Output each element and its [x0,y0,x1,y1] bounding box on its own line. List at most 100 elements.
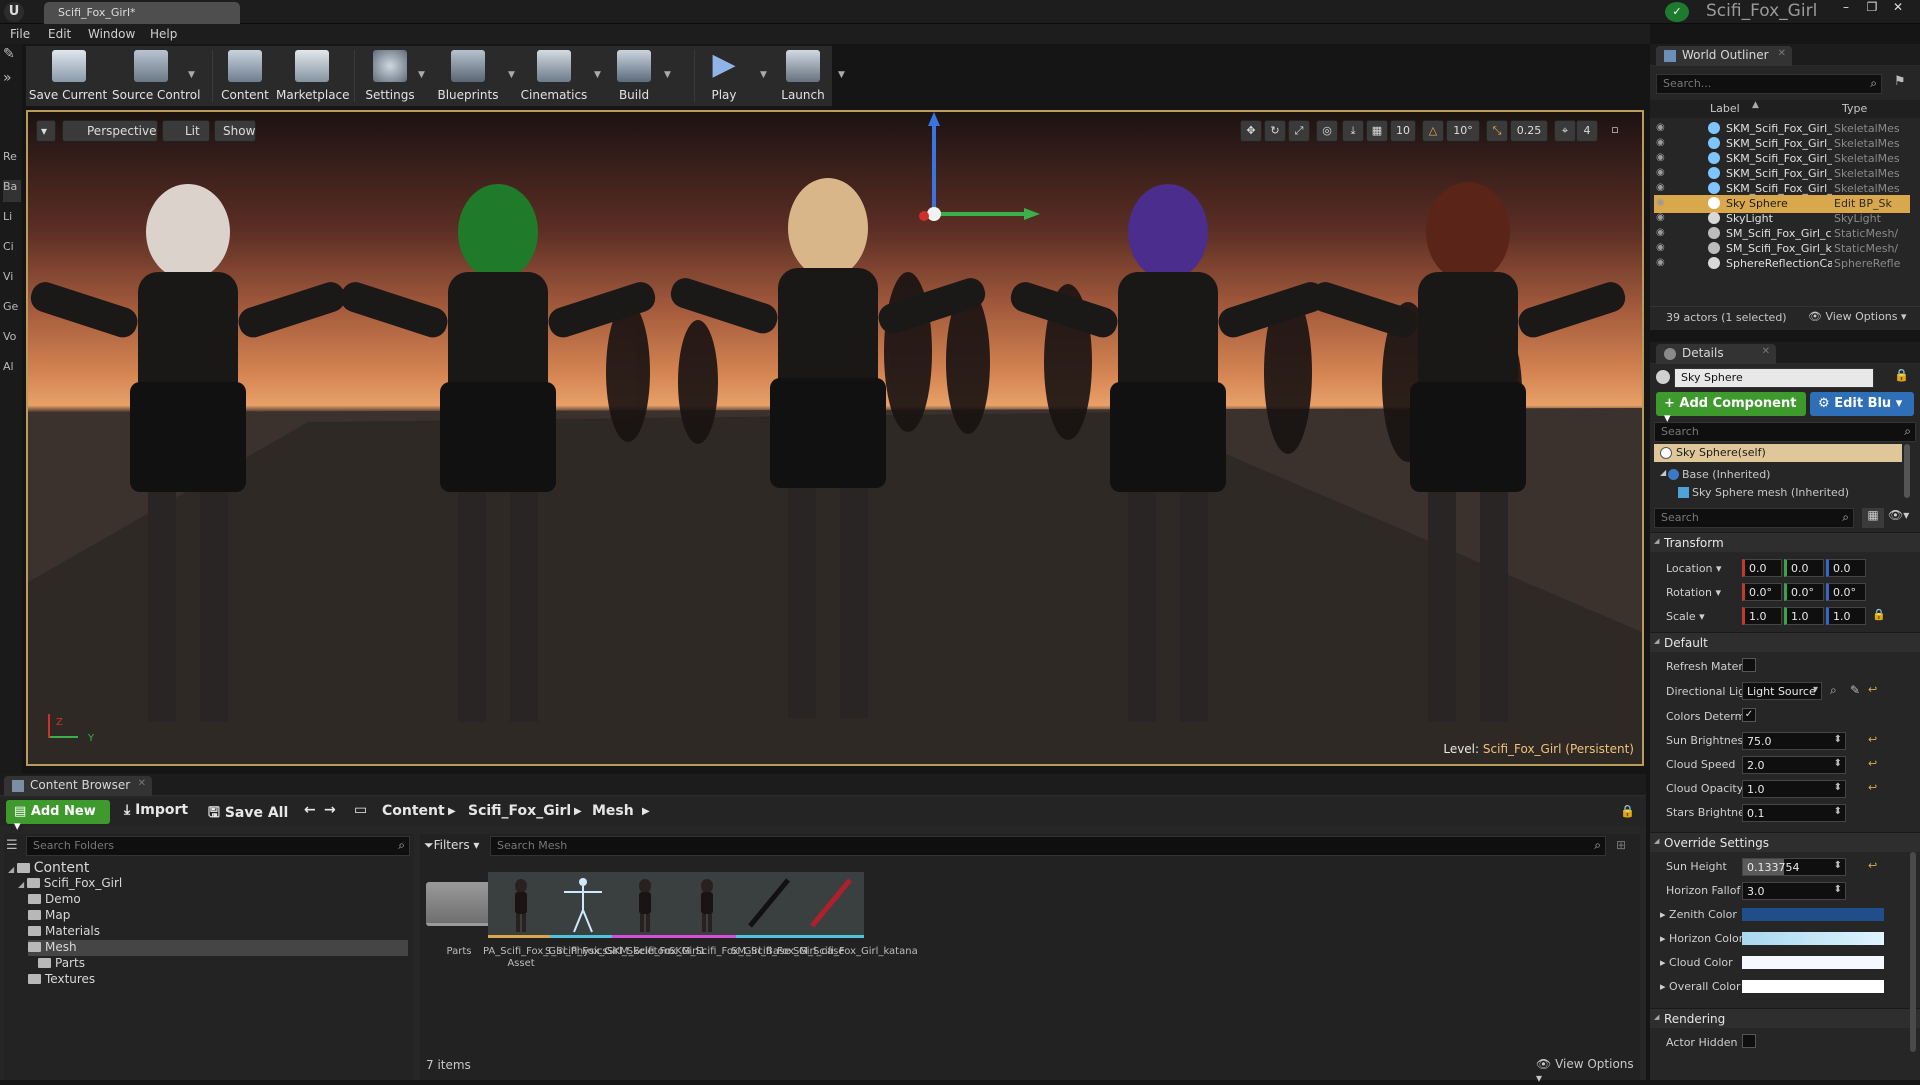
rotation-z-input[interactable]: 0.0° [1826,583,1866,601]
maximize-viewport-icon[interactable]: ▫ [1604,120,1626,142]
modes-icon[interactable]: ✎ [3,46,21,68]
override-section-header[interactable]: Override Settings [1650,832,1920,852]
rotation-y-input[interactable]: 0.0° [1784,583,1824,601]
breadcrumb-separator-icon[interactable]: ▶ [574,806,582,817]
document-tab[interactable]: Scifi_Fox_Girl* [44,2,240,24]
scale-z-input[interactable]: 1.0 [1826,607,1866,625]
sources-toggle-icon[interactable]: ☰ [6,838,18,853]
close-icon[interactable]: ✕ [1778,48,1786,59]
forward-button[interactable]: → [324,802,336,824]
scale-label[interactable]: Scale ▾ [1666,610,1754,623]
property-matrix-icon[interactable]: ▦ [1862,508,1884,528]
light-source-dropdown[interactable]: Light Source ▾ [1742,682,1822,700]
tab-all-classes[interactable]: Al [3,360,21,382]
marketplace-button[interactable]: Marketplace [276,46,350,106]
close-icon[interactable]: ✕ [138,778,146,789]
reset-icon[interactable]: ↩ [1868,757,1877,770]
actor-hidden-checkbox[interactable] [1742,1034,1756,1048]
lit-button[interactable]: Lit [162,120,210,142]
visibility-eye-icon[interactable]: ◉ [1656,152,1670,163]
visibility-eye-icon[interactable]: ◉ [1656,122,1670,133]
asset-thumbnail[interactable] [736,872,802,938]
save-current-button[interactable]: Save Current [26,46,110,106]
grid-snap-value[interactable]: 10 [1390,120,1416,142]
column-type[interactable]: Type [1842,102,1867,115]
sun-brightness-input[interactable]: 75.0 ⬍ [1742,732,1846,750]
overall-color-label[interactable]: ▸ Overall Color [1660,980,1748,993]
folder-thumbnail[interactable] [426,882,492,926]
column-label[interactable]: Label [1710,102,1740,115]
chevron-down-icon[interactable]: ▼ [418,70,425,80]
outliner-view-options-button[interactable]: 👁 View Options ▾ [1808,310,1907,323]
search-mesh-input[interactable]: Search Mesh ⌕ [490,836,1606,856]
menu-help[interactable]: Help [150,27,177,41]
expand-icon[interactable]: » [3,70,21,92]
visibility-eye-icon[interactable]: ◉ [1656,212,1670,223]
camera-speed-value[interactable]: 4 [1576,120,1598,142]
reset-icon[interactable]: ↩ [1868,683,1877,696]
rotate-tool-icon[interactable]: ↻ [1264,120,1286,142]
folder-tree-item[interactable]: ◢ Scifi_Fox_Girl [18,876,122,892]
camera-speed-icon[interactable]: ⌖ [1554,120,1576,142]
launch-button[interactable]: Launch ▼ [772,46,845,106]
tab-volumes[interactable]: Vo [3,330,21,352]
tab-geometry[interactable]: Ge [3,300,21,322]
browse-icon[interactable]: ⌕ [1830,683,1837,698]
location-y-input[interactable]: 0.0 [1784,559,1824,577]
folder-tree-item[interactable]: Demo [28,892,81,908]
translate-tool-icon[interactable]: ✥ [1240,120,1262,142]
asset-thumbnail[interactable] [612,872,678,938]
visibility-eye-icon[interactable]: ◉ [1656,242,1670,253]
cloud-speed-input[interactable]: 2.0 ⬍ [1742,756,1846,774]
visibility-eye-icon[interactable]: ◉ [1656,257,1670,268]
colors-determined-checkbox[interactable]: ✓ [1742,708,1756,722]
zenith-color-swatch[interactable] [1742,908,1884,921]
blueprints-button[interactable]: Blueprints ▼ [430,46,515,106]
horizon-color-swatch[interactable] [1742,932,1884,945]
asset-thumbnail[interactable] [488,872,554,938]
tab-content-browser[interactable]: Content Browser ✕ [4,776,152,796]
menu-file[interactable]: File [10,27,30,41]
breadcrumb-scifi-fox-girl[interactable]: Scifi_Fox_Girl [468,803,571,819]
asset-thumbnail[interactable] [674,872,740,938]
component-mesh-row[interactable]: Sky Sphere mesh (Inherited) [1654,484,1902,502]
close-window-button[interactable]: ✕ [1886,0,1910,16]
play-button[interactable]: ▶ Play ▼ [694,46,766,106]
cloud-color-swatch[interactable] [1742,956,1884,969]
edit-blueprint-button[interactable]: ⚙ Edit Blu ▾ [1810,392,1914,416]
tab-visual-effects[interactable]: Vi [3,270,21,292]
tab-world-outliner[interactable]: World Outliner ✕ [1656,46,1792,66]
overall-color-swatch[interactable] [1742,980,1884,993]
add-new-button[interactable]: ▤ Add New ▾ [6,800,110,834]
perspective-button[interactable]: Perspective [62,120,158,142]
components-scrollbar[interactable] [1904,444,1910,498]
component-self-row[interactable]: Sky Sphere(self) [1654,444,1902,462]
chevron-down-icon[interactable]: ▼ [594,70,601,80]
build-button[interactable]: Build ▼ [606,46,671,106]
folder-tree-item[interactable]: Parts [38,956,85,972]
chevron-down-icon[interactable]: ▼ [838,70,845,80]
scale-snap-icon[interactable]: ⤡ [1486,120,1508,142]
viewport-options-button[interactable]: ▾ [36,120,56,142]
import-button[interactable]: ⤓ Import [124,802,188,824]
level-viewport[interactable]: ▾ Perspective Lit Show ✥ ↻ ⤢ ◎ ⤓ ▦ 10 △ … [26,110,1644,766]
tab-basic[interactable]: Ba [3,180,21,202]
sun-height-input[interactable]: 0.133754 ⬍ [1742,858,1846,876]
save-search-icon[interactable]: ⊞ [1616,838,1626,852]
content-button[interactable]: Content [216,46,274,106]
visibility-eye-icon[interactable]: ◉ [1656,137,1670,148]
settings-button[interactable]: Settings ▼ [358,46,425,106]
rotation-label[interactable]: Rotation ▾ [1666,586,1754,599]
details-search-input[interactable]: Search ⌕ [1654,508,1854,528]
breadcrumb-content[interactable]: Content [382,803,445,819]
tab-recent[interactable]: Re [3,150,21,172]
minimize-button[interactable]: – [1834,0,1858,16]
folder-tree-item[interactable]: ◢ Content [8,860,89,876]
eyedropper-icon[interactable]: ✎ [1850,683,1860,697]
visibility-eye-icon[interactable]: ◉ [1656,227,1670,238]
rotation-x-input[interactable]: 0.0° [1742,583,1782,601]
cinematics-button[interactable]: Cinematics ▼ [512,46,601,106]
show-button[interactable]: Show [214,120,256,142]
asset-thumbnail[interactable] [550,872,616,938]
visibility-eye-icon[interactable]: ◉ [1656,197,1670,208]
